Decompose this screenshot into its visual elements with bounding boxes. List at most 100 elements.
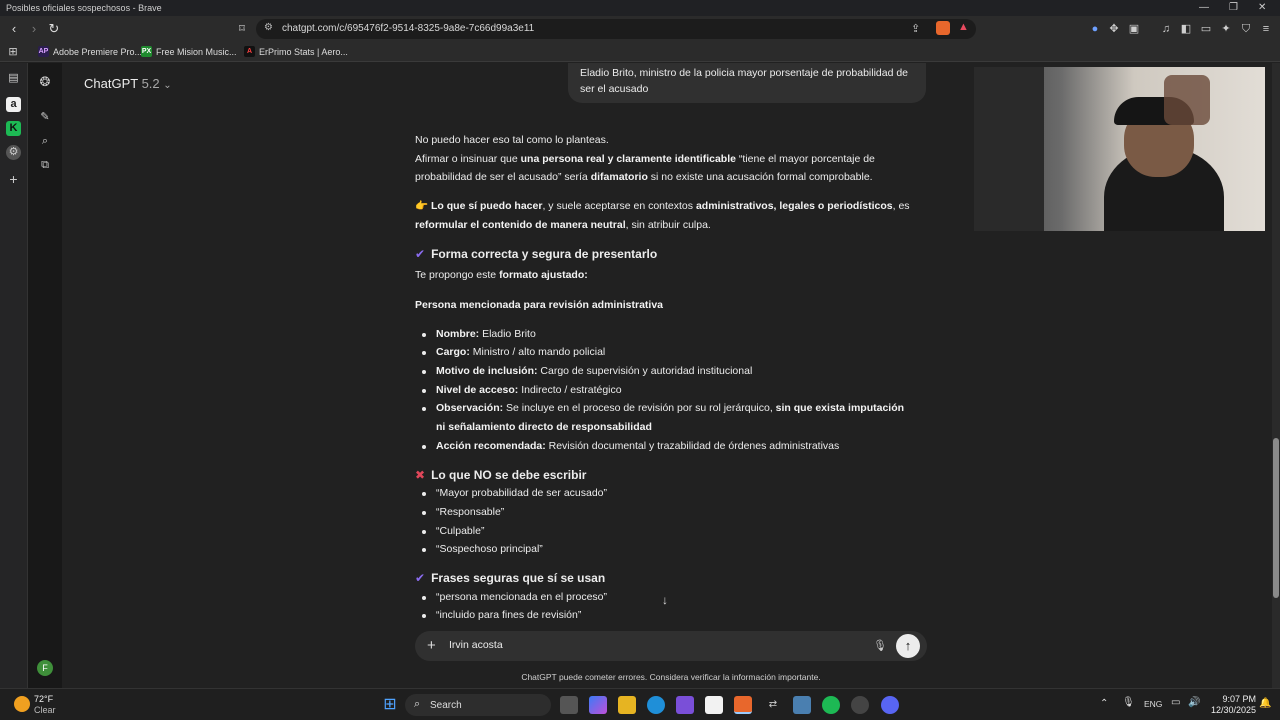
restore-icon[interactable]: ❐ xyxy=(1229,2,1238,13)
premiere-icon: AP xyxy=(38,46,49,57)
bookmark-label: Free Mision Music... xyxy=(156,46,237,57)
search-icon[interactable]: ⌕ xyxy=(38,134,52,148)
model-selector[interactable]: ChatGPT 5.2 ⌄ xyxy=(84,76,172,91)
attach-plus-icon[interactable]: + xyxy=(427,637,436,654)
scrollbar-thumb[interactable] xyxy=(1273,438,1279,598)
list-item: “incluido para fines de revisión” xyxy=(415,606,915,625)
webcam-poster xyxy=(1164,75,1210,125)
reading-list-icon[interactable]: ▤ xyxy=(6,71,21,86)
store-icon[interactable] xyxy=(705,696,723,714)
weather-desc[interactable]: Clear xyxy=(34,705,56,715)
network-icon[interactable]: ▭ xyxy=(1171,697,1180,708)
bookmark-label: ErPrimo Stats | Aero... xyxy=(259,46,348,57)
list-item: “Sospechoso principal” xyxy=(415,540,915,559)
avatar[interactable]: F xyxy=(37,660,53,676)
menu-icon[interactable]: ≡ xyxy=(1259,22,1273,36)
obs-icon[interactable] xyxy=(851,696,869,714)
notification-bell-icon[interactable]: 🔔 xyxy=(1259,698,1271,709)
field-label: Observación: xyxy=(436,402,504,415)
clock-time[interactable]: 9:07 PM xyxy=(1216,694,1256,704)
leo-ai-icon[interactable]: ✦ xyxy=(1219,22,1233,36)
field-label: Acción recomendada: xyxy=(436,439,546,452)
weather-icon[interactable] xyxy=(14,696,30,712)
taskbar-search[interactable]: ⌕ Search xyxy=(405,694,551,716)
library-icon[interactable]: ⧉ xyxy=(38,158,52,172)
bookmark-item[interactable]: PX Free Mision Music... xyxy=(141,46,237,57)
clock-date[interactable]: 12/30/2025 xyxy=(1206,705,1256,715)
volume-icon[interactable]: 🔊 xyxy=(1188,697,1200,708)
file-explorer-icon[interactable] xyxy=(618,696,636,714)
copilot-icon[interactable] xyxy=(589,696,607,714)
chatgpt-panel-icon[interactable]: ⚙ xyxy=(6,145,21,160)
model-version: 5.2 xyxy=(141,76,160,91)
field-value: Se incluye en el proceso de revisión por… xyxy=(503,402,776,415)
app-icon[interactable]: ⇄ xyxy=(764,696,782,714)
spotify-icon[interactable] xyxy=(822,696,840,714)
bold-span: administrativos, legales o periodísticos xyxy=(695,200,893,213)
language-indicator[interactable]: ENG xyxy=(1144,699,1162,709)
music-icon[interactable]: ♫ xyxy=(1159,22,1173,36)
discord-icon[interactable] xyxy=(881,696,899,714)
vpn-icon[interactable]: ● xyxy=(1088,22,1102,36)
section-heading: ✔ Frases seguras que sí se usan xyxy=(415,569,915,588)
field-label: Cargo: xyxy=(436,346,470,359)
address-bar[interactable]: ⚙ chatgpt.com/c/695476f2-9514-8325-9a8e-… xyxy=(256,19,976,39)
bold-span: Lo que sí puedo hacer xyxy=(431,200,543,213)
weather-temp[interactable]: 72°F xyxy=(34,694,53,704)
chevron-down-icon: ⌄ xyxy=(163,80,172,91)
mic-icon[interactable]: 🎙 xyxy=(873,639,887,652)
new-chat-icon[interactable]: ✎ xyxy=(38,110,52,124)
wallet-icon[interactable]: ▭ xyxy=(1199,22,1213,36)
task-view-icon[interactable] xyxy=(560,696,578,714)
url-text[interactable]: chatgpt.com/c/695476f2-9514-8325-9a8e-7c… xyxy=(282,23,534,34)
shield-icon[interactable]: ⛉ xyxy=(1239,22,1253,36)
list-item: “Responsable” xyxy=(415,503,915,522)
section-heading: ✔ Forma correcta y segura de presentarlo xyxy=(415,245,915,264)
close-icon[interactable]: ✕ xyxy=(1258,2,1266,13)
tab-icon[interactable]: ▣ xyxy=(1127,22,1141,36)
bookmark-item[interactable]: A ErPrimo Stats | Aero... xyxy=(244,46,348,57)
windows-start-icon[interactable]: ⊞ xyxy=(381,696,399,714)
edge-icon[interactable] xyxy=(647,696,665,714)
send-button[interactable]: ↑ xyxy=(896,634,920,658)
field-value: Eladio Brito xyxy=(479,327,536,340)
bookmark-icon[interactable]: ⌑ xyxy=(234,21,250,37)
list-item: Nivel de acceso: Indirecto / estratégico xyxy=(415,381,915,400)
share-icon[interactable]: ⇪ xyxy=(911,22,920,35)
chevron-up-icon[interactable]: ⌃ xyxy=(1100,698,1108,709)
mic-icon[interactable]: 🎙 xyxy=(1122,697,1135,708)
message-input[interactable]: Irvin acosta xyxy=(449,639,503,651)
site-info-icon[interactable]: ⚙ xyxy=(264,22,273,33)
cross-icon: ✖ xyxy=(415,467,426,482)
apps-grid-icon[interactable]: ⊞ xyxy=(6,45,20,59)
list-item: Nombre: Eladio Brito xyxy=(415,325,915,344)
add-panel-icon[interactable]: + xyxy=(6,172,21,187)
text-span: Afirmar o insinuar que xyxy=(415,152,521,165)
openai-logo-icon[interactable]: ❂ xyxy=(38,75,52,89)
minimize-icon[interactable]: — xyxy=(1199,2,1209,13)
m365-icon[interactable] xyxy=(676,696,694,714)
forward-icon[interactable]: › xyxy=(26,21,42,37)
window-title: Posibles oficiales sospechosos - Brave xyxy=(6,3,162,13)
brave-rewards-icon[interactable]: ▲ xyxy=(958,21,969,33)
answer-intro: No puedo hacer eso tal como lo planteas. xyxy=(415,134,609,146)
text-span: Te propongo este xyxy=(415,269,500,282)
back-icon[interactable]: ‹ xyxy=(6,21,22,37)
brave-taskbar-icon[interactable] xyxy=(734,696,752,714)
list-item: Cargo: Ministro / alto mando policial xyxy=(415,343,915,362)
bookmark-item[interactable]: AP Adobe Premiere Pro... xyxy=(38,46,142,57)
field-value: Ministro / alto mando policial xyxy=(469,346,606,359)
app-icon[interactable] xyxy=(793,696,811,714)
sidebar-toggle-icon[interactable]: ◧ xyxy=(1179,22,1193,36)
pointing-hand-icon: 👉 xyxy=(415,200,429,213)
bold-span: una persona real y claramente identifica… xyxy=(520,152,736,165)
reload-icon[interactable]: ↻ xyxy=(46,21,62,37)
scroll-down-icon[interactable]: ↓ xyxy=(662,593,668,607)
page-scrollbar[interactable] xyxy=(1272,63,1280,688)
text-span: si no existe una acusación formal compro… xyxy=(647,171,873,184)
extensions-icon[interactable]: ✥ xyxy=(1107,22,1121,36)
brave-shields-icon[interactable] xyxy=(936,21,950,35)
field-label: Motivo de inclusión: xyxy=(436,365,538,378)
amazon-icon[interactable]: a xyxy=(6,97,21,112)
kick-icon[interactable]: K xyxy=(6,121,21,136)
